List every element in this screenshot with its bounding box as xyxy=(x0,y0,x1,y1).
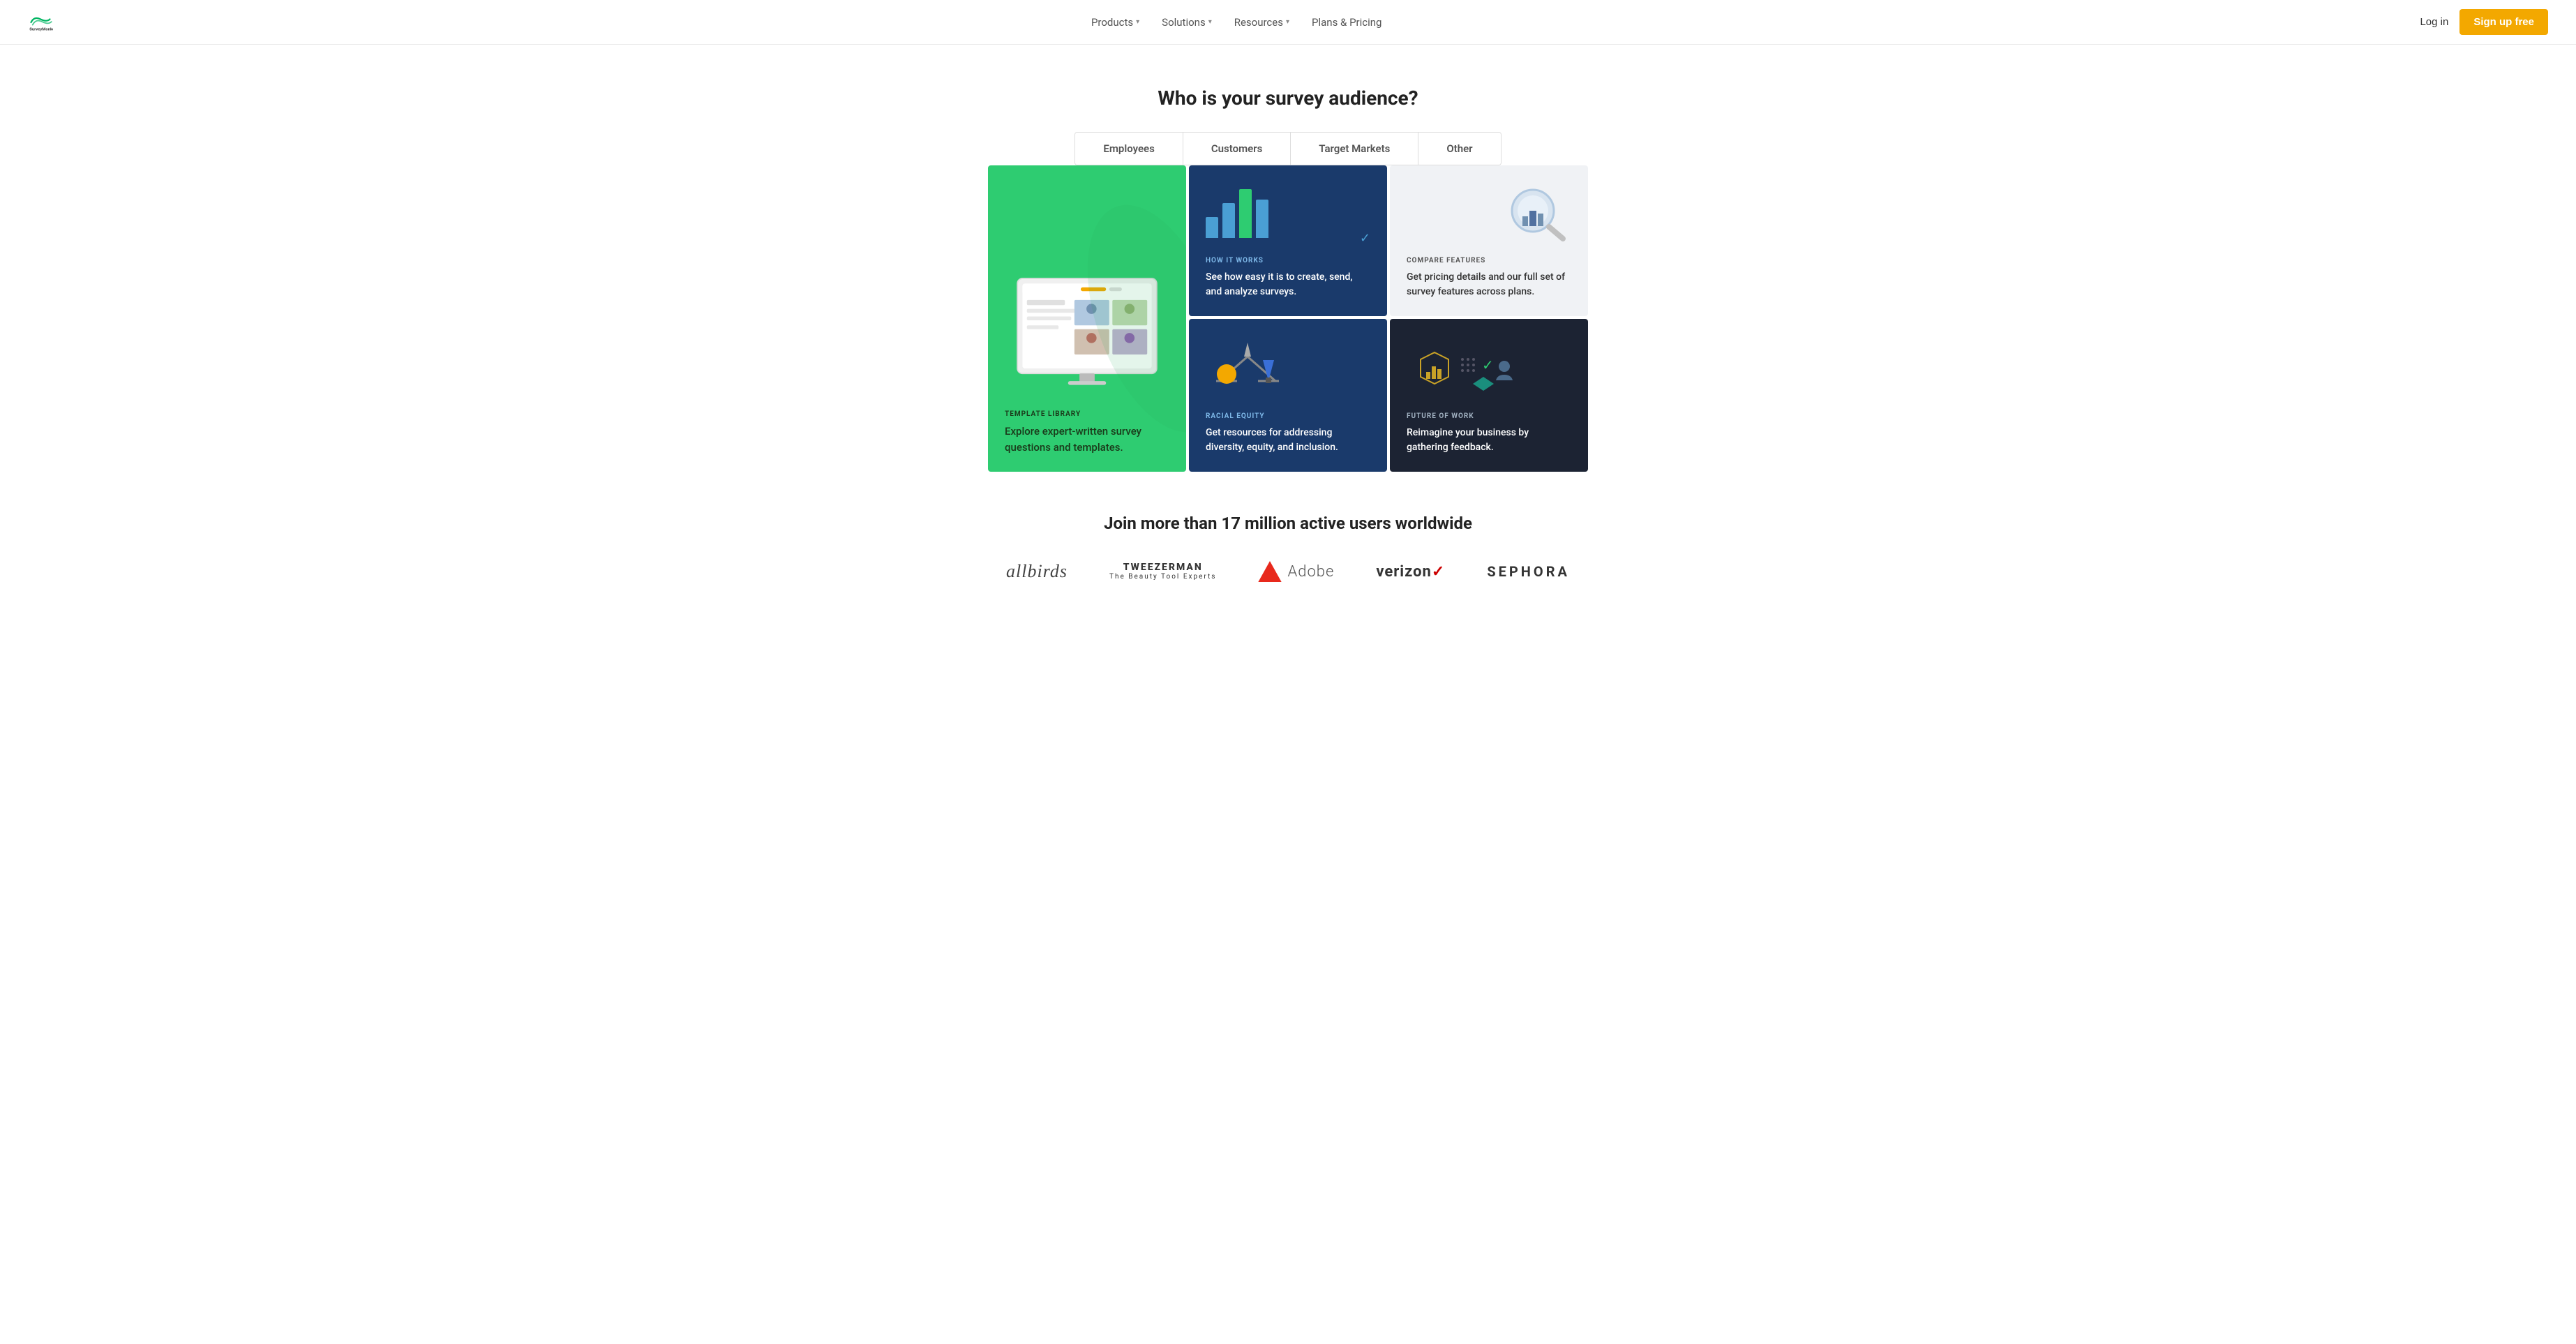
card-how-desc: See how easy it is to create, send, and … xyxy=(1206,270,1370,299)
audience-title: Who is your survey audience? xyxy=(0,87,2576,110)
tab-employees[interactable]: Employees xyxy=(1075,133,1183,165)
card-compare-features[interactable]: COMPARE FEATURES Get pricing details and… xyxy=(1390,165,1588,316)
nav-solutions[interactable]: Solutions ▾ xyxy=(1162,16,1212,29)
card-future-of-work[interactable]: ✓ FUTURE OF WORK Reimagine your business… xyxy=(1390,319,1588,472)
join-section: Join more than 17 million active users w… xyxy=(0,472,2576,624)
nav-products[interactable]: Products ▾ xyxy=(1091,16,1139,29)
nav-plans[interactable]: Plans & Pricing xyxy=(1312,16,1381,29)
adobe-icon xyxy=(1258,561,1282,582)
join-title: Join more than 17 million active users w… xyxy=(28,514,2548,533)
card-racial-desc: Get resources for addressing diversity, … xyxy=(1206,426,1370,455)
nav-auth: Log in Sign up free xyxy=(2420,9,2548,35)
chevron-down-icon: ▾ xyxy=(1208,18,1212,26)
login-button[interactable]: Log in xyxy=(2420,16,2448,28)
logo-adobe: Adobe xyxy=(1258,561,1334,582)
card-template-library[interactable]: TEMPLATE LIBRARY Explore expert-written … xyxy=(988,165,1186,472)
card-racial-label: RACIAL EQUITY xyxy=(1206,412,1370,420)
tab-other[interactable]: Other xyxy=(1418,133,1500,165)
card-future-label: FUTURE OF WORK xyxy=(1407,412,1571,420)
hex-svg: ✓ xyxy=(1407,345,1518,401)
signup-button[interactable]: Sign up free xyxy=(2459,9,2548,35)
nav-items: Products ▾ Solutions ▾ Resources ▾ Plans… xyxy=(1091,16,1382,29)
balance-svg xyxy=(1206,336,1289,398)
card-how-it-works[interactable]: ✓ HOW IT WORKS See how easy it is to cre… xyxy=(1189,165,1387,316)
cards-grid: TEMPLATE LIBRARY Explore expert-written … xyxy=(988,165,1588,472)
chevron-down-icon: ▾ xyxy=(1286,18,1289,26)
logo-verizon: verizon✓ xyxy=(1376,563,1445,581)
logo-allbirds: allbirds xyxy=(1006,561,1068,582)
hex-illustration: ✓ xyxy=(1407,345,1571,401)
card-racial-equity[interactable]: RACIAL EQUITY Get resources for addressi… xyxy=(1189,319,1387,472)
cards-section: TEMPLATE LIBRARY Explore expert-written … xyxy=(974,165,1602,472)
logo-sephora: SEPHORA xyxy=(1487,563,1570,580)
tab-customers[interactable]: Customers xyxy=(1183,133,1291,165)
main-content: Who is your survey audience? Employees C… xyxy=(0,45,2576,680)
audience-tabs: Employees Customers Target Markets Other xyxy=(0,132,2576,165)
tab-target-markets[interactable]: Target Markets xyxy=(1291,133,1418,165)
card-how-label: HOW IT WORKS xyxy=(1206,257,1370,264)
logo-icon: SurveyMonkey xyxy=(28,10,53,35)
bar-chart-illustration: ✓ xyxy=(1206,182,1370,246)
logo[interactable]: SurveyMonkey xyxy=(28,10,53,35)
logos-row: allbirds TWEEZERMANThe Beauty Tool Exper… xyxy=(28,561,2548,582)
card-compare-desc: Get pricing details and our full set of … xyxy=(1407,270,1571,299)
svg-text:✓: ✓ xyxy=(1482,357,1494,373)
logo-tweezerman: TWEEZERMANThe Beauty Tool Experts xyxy=(1109,562,1216,582)
tabs-group: Employees Customers Target Markets Other xyxy=(1074,132,1501,165)
chevron-down-icon: ▾ xyxy=(1136,18,1139,26)
nav-resources[interactable]: Resources ▾ xyxy=(1234,16,1289,29)
magnifier-illustration xyxy=(1407,183,1571,246)
balance-illustration xyxy=(1206,336,1370,401)
svg-text:SurveyMonkey: SurveyMonkey xyxy=(29,27,53,31)
card-compare-label: COMPARE FEATURES xyxy=(1407,257,1571,264)
magnifier-svg xyxy=(1502,183,1571,246)
card-future-desc: Reimagine your business by gathering fee… xyxy=(1407,426,1571,455)
leaf-decoration xyxy=(1068,165,1186,472)
navigation: SurveyMonkey Products ▾ Solutions ▾ Reso… xyxy=(0,0,2576,45)
